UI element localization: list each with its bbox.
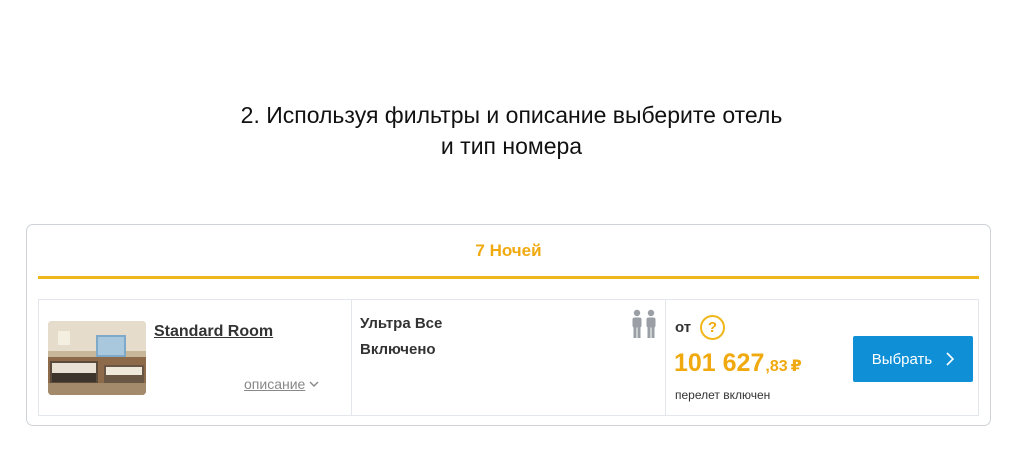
price-from-label: от [675, 319, 692, 336]
description-label: описание [244, 376, 306, 392]
currency-symbol: ₽ [790, 358, 802, 375]
room-name-link[interactable]: Standard Room [154, 323, 273, 341]
price-amount: 101 627 ,83 ₽ [674, 349, 802, 378]
price-fraction: ,83 [765, 358, 788, 375]
description-toggle[interactable]: описание [244, 376, 319, 392]
chevron-down-icon [309, 381, 319, 387]
room-row: Standard Room описание Ультра Все Включе… [38, 299, 979, 416]
instruction-line-1: 2. Используя фильтры и описание выберите… [240, 102, 783, 128]
price-column: от ? 101 627 ,83 ₽ перелет включен Выбра… [666, 300, 978, 415]
instruction-heading: 2. Используя фильтры и описание выберите… [0, 100, 1023, 162]
room-column: Standard Room описание [39, 300, 352, 415]
meal-plan-line-1: Ультра Все [360, 315, 443, 332]
chevron-right-icon [946, 352, 955, 366]
tab-nights[interactable]: 7 Ночей [38, 225, 979, 279]
select-button[interactable]: Выбрать [853, 336, 973, 382]
flight-included-note: перелет включен [675, 388, 771, 402]
two-guests-icon [632, 309, 656, 338]
meal-plan: Ультра Все Включено [360, 311, 580, 363]
room-photo[interactable] [48, 321, 146, 395]
select-button-label: Выбрать [871, 350, 933, 368]
meal-plan-line-2: Включено [360, 341, 436, 358]
meal-column: Ультра Все Включено [352, 300, 666, 415]
offer-card: 7 Ночей Standard Room описание Ультра Вс… [26, 224, 991, 426]
tab-nights-label: 7 Ночей [475, 240, 542, 260]
question-help-icon[interactable]: ? [700, 315, 725, 340]
hotel-room-photo-icon [48, 321, 146, 395]
instruction-line-2: и тип номера [440, 133, 583, 159]
price-integer: 101 627 [674, 349, 765, 377]
